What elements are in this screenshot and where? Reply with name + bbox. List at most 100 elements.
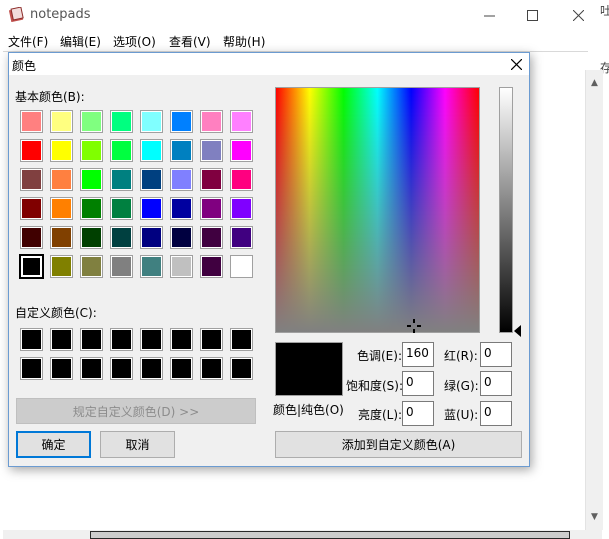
basic-color-swatch[interactable] — [50, 226, 73, 249]
green-field[interactable]: 0 — [480, 371, 512, 396]
basic-color-swatch[interactable] — [170, 168, 193, 191]
luminance-slider[interactable] — [499, 87, 513, 333]
basic-color-swatch[interactable] — [20, 197, 43, 220]
ok-button[interactable]: 确定 — [16, 431, 91, 458]
basic-color-swatch[interactable] — [140, 139, 163, 162]
define-custom-colors-button[interactable]: 规定自定义颜色(D) >> — [16, 398, 256, 424]
basic-color-swatch[interactable] — [140, 255, 163, 278]
basic-color-swatch[interactable] — [140, 197, 163, 220]
basic-color-swatch[interactable] — [170, 110, 193, 133]
basic-color-swatch[interactable] — [110, 110, 133, 133]
basic-color-swatch[interactable] — [80, 197, 103, 220]
basic-color-swatch[interactable] — [170, 226, 193, 249]
basic-color-swatch[interactable] — [200, 197, 223, 220]
close-icon — [511, 58, 522, 70]
basic-color-swatch[interactable] — [50, 168, 73, 191]
menu-options[interactable]: 选项(O) — [113, 33, 156, 50]
color-spectrum[interactable] — [275, 87, 480, 333]
blue-field[interactable]: 0 — [480, 401, 512, 426]
basic-color-swatch[interactable] — [80, 139, 103, 162]
scroll-down-icon[interactable]: ▼ — [586, 508, 603, 525]
basic-color-swatch[interactable] — [80, 110, 103, 133]
basic-color-swatch[interactable] — [50, 255, 73, 278]
basic-color-swatch[interactable] — [20, 226, 43, 249]
basic-color-swatch[interactable] — [20, 110, 43, 133]
basic-color-swatch[interactable] — [110, 255, 133, 278]
dialog-title: 颜色 — [12, 59, 37, 73]
custom-color-swatch[interactable] — [20, 357, 43, 380]
cancel-button[interactable]: 取消 — [100, 431, 175, 458]
custom-color-swatch[interactable] — [200, 328, 223, 351]
basic-color-swatch[interactable] — [110, 168, 133, 191]
minimize-button[interactable] — [466, 0, 512, 30]
basic-color-swatch[interactable] — [200, 226, 223, 249]
basic-colors-label: 基本颜色(B): — [15, 90, 85, 104]
luminance-label: 亮度(L): — [358, 408, 403, 422]
basic-color-swatch[interactable] — [230, 197, 253, 220]
custom-color-swatch[interactable] — [200, 357, 223, 380]
scrollbar-thumb[interactable] — [90, 531, 570, 539]
custom-color-swatch[interactable] — [170, 357, 193, 380]
custom-color-swatch[interactable] — [230, 328, 253, 351]
menu-file[interactable]: 文件(F) — [8, 33, 48, 50]
basic-color-swatch[interactable] — [170, 255, 193, 278]
vertical-scrollbar[interactable]: ▲ ▼ — [585, 70, 603, 530]
basic-color-swatch[interactable] — [230, 226, 253, 249]
red-field[interactable]: 0 — [480, 342, 512, 367]
menu-help[interactable]: 帮助(H) — [223, 33, 265, 50]
basic-color-swatch[interactable] — [230, 110, 253, 133]
blue-label: 蓝(U): — [444, 408, 479, 422]
basic-color-swatch[interactable] — [230, 168, 253, 191]
custom-color-swatch[interactable] — [20, 328, 43, 351]
custom-color-swatch[interactable] — [170, 328, 193, 351]
add-custom-color-button[interactable]: 添加到自定义颜色(A) — [275, 431, 522, 458]
basic-color-swatch[interactable] — [140, 168, 163, 191]
basic-color-swatch[interactable] — [110, 197, 133, 220]
basic-color-swatch[interactable] — [230, 255, 253, 278]
basic-color-swatch[interactable] — [170, 197, 193, 220]
dialog-titlebar: 颜色 — [9, 53, 529, 75]
background-window-fragment: 吐 — [600, 4, 609, 18]
notepad-app-icon — [9, 7, 24, 22]
close-window-button[interactable] — [555, 0, 601, 30]
custom-color-swatch[interactable] — [110, 328, 133, 351]
hue-field[interactable]: 160 — [402, 342, 434, 367]
basic-color-swatch[interactable] — [50, 139, 73, 162]
basic-color-swatch[interactable] — [80, 255, 103, 278]
luminance-arrow-icon[interactable] — [514, 325, 521, 337]
basic-color-swatch[interactable] — [140, 110, 163, 133]
basic-color-swatch[interactable] — [50, 197, 73, 220]
basic-color-swatch[interactable] — [200, 255, 223, 278]
scroll-up-icon[interactable]: ▲ — [586, 74, 603, 91]
maximize-button[interactable] — [509, 0, 555, 30]
basic-color-swatch[interactable] — [200, 110, 223, 133]
custom-color-swatch[interactable] — [140, 357, 163, 380]
menu-edit[interactable]: 编辑(E) — [60, 33, 101, 50]
custom-color-swatch[interactable] — [80, 357, 103, 380]
basic-color-swatch[interactable] — [20, 168, 43, 191]
color-dialog: 颜色 基本颜色(B): 自定义颜色(C): 规定自定义颜色(D) >> 确定 取… — [8, 52, 530, 467]
basic-color-swatch[interactable] — [80, 226, 103, 249]
basic-color-swatch[interactable] — [50, 110, 73, 133]
custom-color-swatch[interactable] — [140, 328, 163, 351]
custom-color-swatch[interactable] — [230, 357, 253, 380]
basic-color-swatch[interactable] — [200, 139, 223, 162]
menu-view[interactable]: 查看(V) — [169, 33, 211, 50]
basic-color-swatch[interactable] — [140, 226, 163, 249]
basic-color-swatch[interactable] — [20, 139, 43, 162]
basic-color-swatch[interactable] — [230, 139, 253, 162]
custom-color-swatch[interactable] — [80, 328, 103, 351]
basic-color-swatch[interactable] — [110, 139, 133, 162]
basic-color-swatch[interactable] — [110, 226, 133, 249]
saturation-field[interactable]: 0 — [402, 371, 434, 396]
dialog-close-button[interactable] — [504, 53, 529, 75]
custom-color-swatch[interactable] — [110, 357, 133, 380]
custom-color-swatch[interactable] — [50, 357, 73, 380]
custom-color-swatch[interactable] — [50, 328, 73, 351]
basic-color-swatch[interactable] — [200, 168, 223, 191]
basic-color-swatch[interactable] — [80, 168, 103, 191]
basic-color-swatch[interactable] — [170, 139, 193, 162]
basic-color-swatch[interactable] — [19, 254, 44, 279]
green-label: 绿(G): — [444, 379, 479, 393]
luminance-field[interactable]: 0 — [402, 401, 434, 426]
